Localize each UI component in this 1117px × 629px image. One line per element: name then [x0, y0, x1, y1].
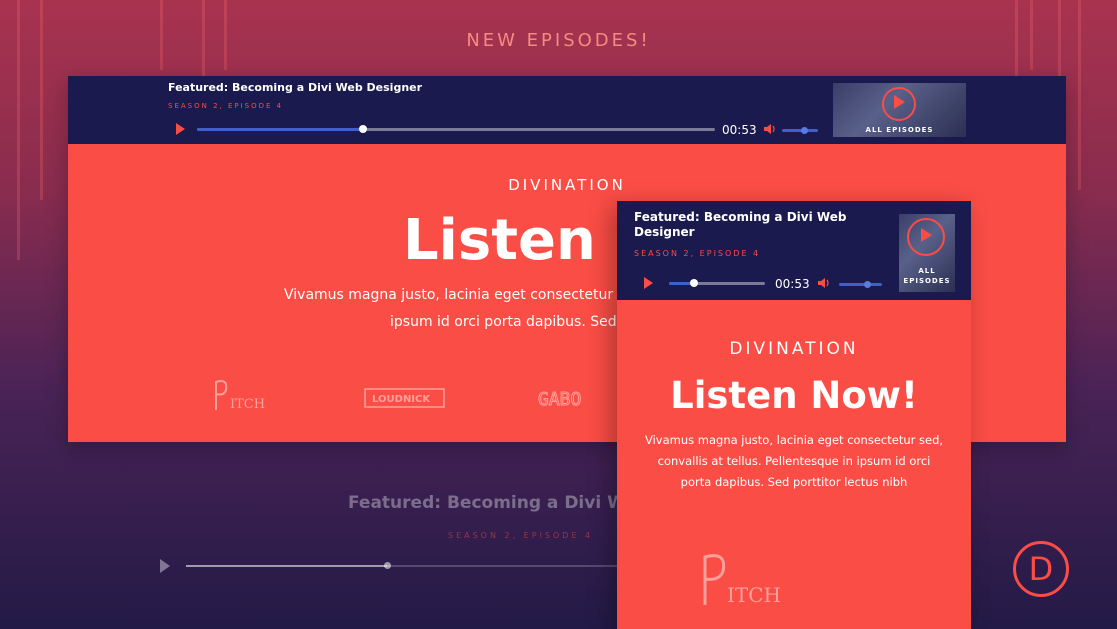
volume-slider[interactable] [782, 127, 818, 134]
mobile-body-line-3: porta dapibus. Sed porttitor lectus nibh [680, 475, 908, 489]
mobile-progress-bar[interactable] [669, 279, 765, 287]
mobile-pitch-logo: ITCH [693, 547, 793, 613]
pitch-logo-text: ITCH [230, 397, 265, 412]
ghost-play-icon [160, 559, 170, 573]
mobile-volume-icon[interactable] [818, 277, 830, 289]
gabo-logo-text: GABO [538, 389, 581, 410]
volume-handle[interactable] [801, 127, 808, 134]
time-display: 00:53 [722, 123, 757, 137]
all-episodes-label: ALL EPISODES [865, 126, 934, 134]
mobile-player-subtitle: SEASON 2, EPISODE 4 [634, 249, 761, 258]
mobile-pitch-logo-text: ITCH [727, 583, 781, 607]
mobile-progress-handle[interactable] [690, 279, 698, 287]
loudnick-logo-text: LOUDNICK [372, 394, 431, 405]
body-text-line-2: ipsum id orci porta dapibus. Sed p [390, 314, 630, 330]
divi-logo-letter: D [1028, 550, 1054, 588]
ghost-progress-bar [186, 562, 617, 569]
mobile-kicker: DIVINATION [729, 339, 859, 359]
progress-fill [197, 128, 363, 131]
ghost-progress-handle [384, 562, 391, 569]
mobile-audio-player: Featured: Becoming a Divi Web Designer S… [617, 201, 971, 300]
volume-icon[interactable] [764, 123, 776, 135]
mobile-player-title-line-2: Designer [634, 225, 695, 239]
ghost-player-subtitle: SEASON 2, EPISODE 4 [448, 531, 594, 540]
mobile-hero-heading: Listen Now! [670, 374, 918, 417]
player-subtitle: SEASON 2, EPISODE 4 [168, 102, 284, 110]
mobile-player-title-line-1: Featured: Becoming a Divi Web [634, 210, 847, 224]
pitch-logo: ITCH [208, 374, 268, 418]
loudnick-logo: LOUDNICK [364, 386, 446, 418]
divi-logo: D [1013, 541, 1069, 597]
body-text-line-1: Vivamus magna justo, lacinia eget consec… [284, 287, 643, 303]
progress-bar[interactable] [197, 125, 715, 133]
mobile-volume-handle[interactable] [864, 281, 871, 288]
player-title: Featured: Becoming a Divi Web Designer [168, 81, 423, 94]
mobile-episode-card: Featured: Becoming a Divi Web Designer S… [617, 201, 971, 629]
kicker: DIVINATION [508, 176, 626, 194]
mobile-episodes-label: EPISODES [903, 277, 951, 285]
mobile-body-line-1: Vivamus magna justo, lacinia eget consec… [644, 433, 944, 447]
mobile-play-triangle-icon [921, 228, 932, 242]
progress-handle[interactable] [359, 125, 367, 133]
mobile-all-label: ALL [918, 267, 936, 275]
mobile-play-icon[interactable] [644, 277, 653, 289]
mobile-all-episodes-thumbnail[interactable]: ALL EPISODES [899, 214, 955, 292]
gabo-logo: GABO [537, 386, 599, 416]
play-icon[interactable] [176, 123, 185, 135]
ghost-progress-fill [186, 565, 387, 567]
desktop-audio-player: Featured: Becoming a Divi Web Designer S… [68, 76, 1066, 144]
all-episodes-thumbnail[interactable]: ALL EPISODES [833, 83, 966, 137]
mobile-body-line-2: convallis at tellus. Pellentesque in ips… [657, 454, 931, 468]
mobile-time-display: 00:53 [775, 277, 810, 291]
play-triangle-icon [894, 95, 905, 109]
ghost-player-title: Featured: Becoming a Divi Web [348, 493, 649, 513]
banner-title: NEW EPISODES! [466, 30, 651, 51]
mobile-volume-slider[interactable] [839, 281, 882, 288]
